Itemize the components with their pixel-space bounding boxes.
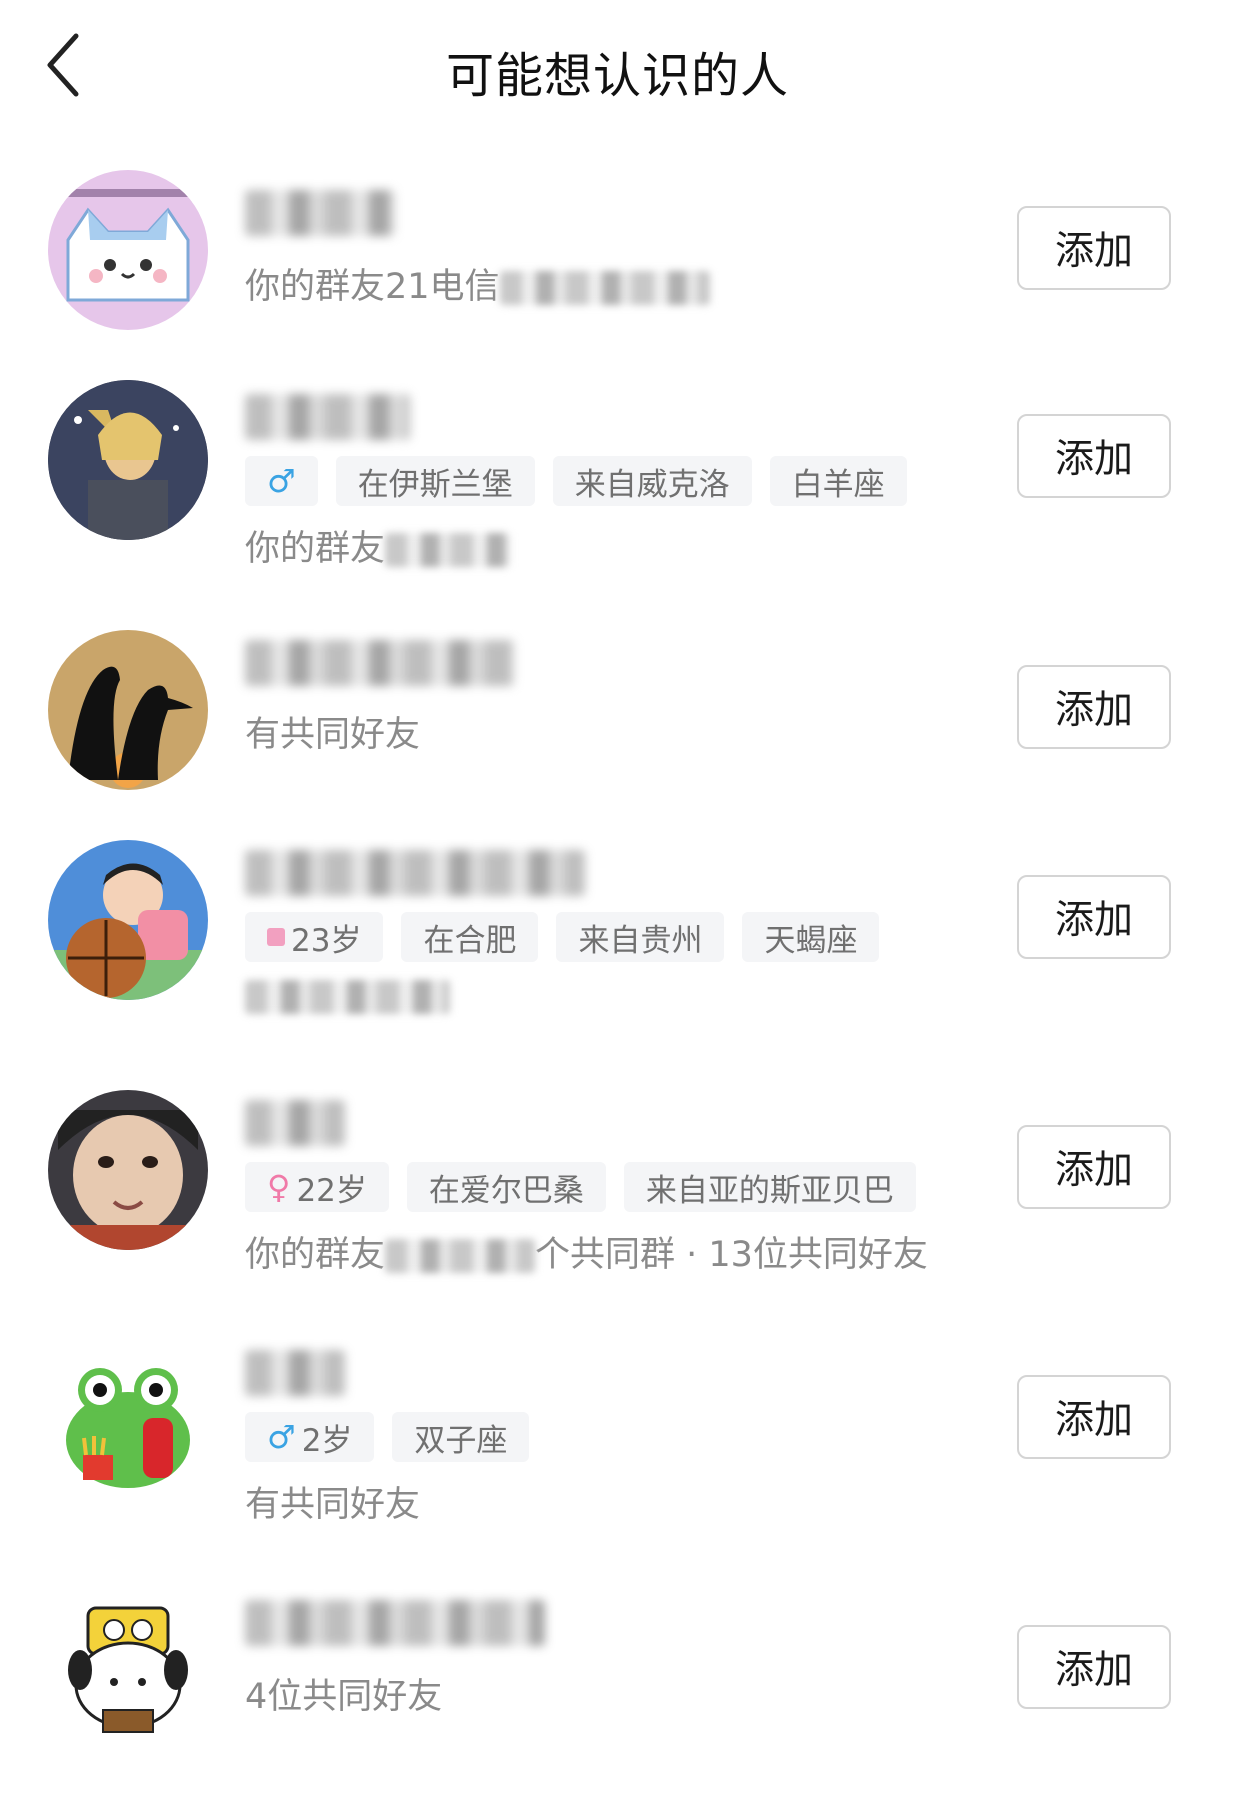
gender-icon	[267, 928, 285, 946]
user-name	[245, 640, 515, 686]
relation-text: 你的群友	[245, 520, 965, 571]
relation-text: 有共同好友	[245, 1485, 421, 1525]
avatar[interactable]	[48, 170, 208, 330]
user-name	[245, 850, 585, 896]
tag-list: 23岁 在合肥 来自贵州 天蝎座	[245, 912, 965, 962]
relation-text	[245, 976, 965, 1016]
age-tag: ♂ 2岁	[245, 1412, 375, 1462]
relation-text: 有共同好友	[245, 715, 421, 755]
avatar[interactable]	[48, 630, 208, 790]
user-name	[245, 1100, 345, 1146]
male-icon: ♂	[267, 1418, 296, 1456]
location-tag: 在爱尔巴桑	[406, 1162, 606, 1212]
age-tag: ♀ 22岁	[245, 1162, 389, 1212]
relation-text: 你的群友 个共同群 · 13位共同好友	[245, 1235, 928, 1275]
tag-list: ♀ 22岁 在爱尔巴桑 来自亚的斯亚贝巴	[245, 1162, 965, 1212]
tag-list: ♂ 在伊斯兰堡 来自威克洛 白羊座	[245, 456, 965, 506]
avatar[interactable]	[48, 1590, 208, 1750]
hometown-tag: 来自贵州	[556, 912, 725, 962]
user-name	[245, 1350, 345, 1396]
avatar[interactable]	[48, 1090, 208, 1250]
male-icon: ♂	[267, 462, 296, 500]
avatar[interactable]	[48, 1340, 208, 1500]
zodiac-tag: 白羊座	[769, 456, 907, 506]
avatar[interactable]	[48, 840, 208, 1000]
add-button[interactable]: 添加	[1017, 1375, 1171, 1459]
add-button[interactable]: 添加	[1017, 665, 1171, 749]
hometown-tag: 来自威克洛	[552, 456, 752, 506]
gender-tag: ♂	[245, 456, 318, 506]
female-icon: ♀	[267, 1168, 291, 1206]
tag-list: ♂ 2岁 双子座	[245, 1412, 965, 1462]
add-button[interactable]: 添加	[1017, 1625, 1171, 1709]
age-tag: 23岁	[245, 912, 384, 962]
add-button[interactable]: 添加	[1017, 414, 1171, 498]
user-name	[245, 190, 395, 236]
add-button[interactable]: 添加	[1017, 1125, 1171, 1209]
zodiac-tag: 天蝎座	[742, 912, 880, 962]
page-title: 可能想认识的人	[445, 48, 789, 104]
relation-text: 你的群友21电信	[245, 258, 965, 309]
add-button[interactable]: 添加	[1017, 206, 1171, 290]
hometown-tag: 来自亚的斯亚贝巴	[623, 1162, 916, 1212]
add-button[interactable]: 添加	[1017, 875, 1171, 959]
zodiac-tag: 双子座	[392, 1412, 530, 1462]
top-bar: 可能想认识的人	[0, 0, 1235, 140]
user-name	[245, 1600, 545, 1646]
avatar[interactable]	[48, 380, 208, 540]
recommend-page: 可能想认识的人 你的群友21电信 添加 ♂ 在伊斯兰堡 来自威克洛 白羊座 你的…	[0, 0, 1235, 1809]
location-tag: 在合肥	[401, 912, 539, 962]
location-tag: 在伊斯兰堡	[335, 456, 535, 506]
relation-text: 4位共同好友	[245, 1677, 443, 1717]
user-name	[245, 394, 410, 440]
